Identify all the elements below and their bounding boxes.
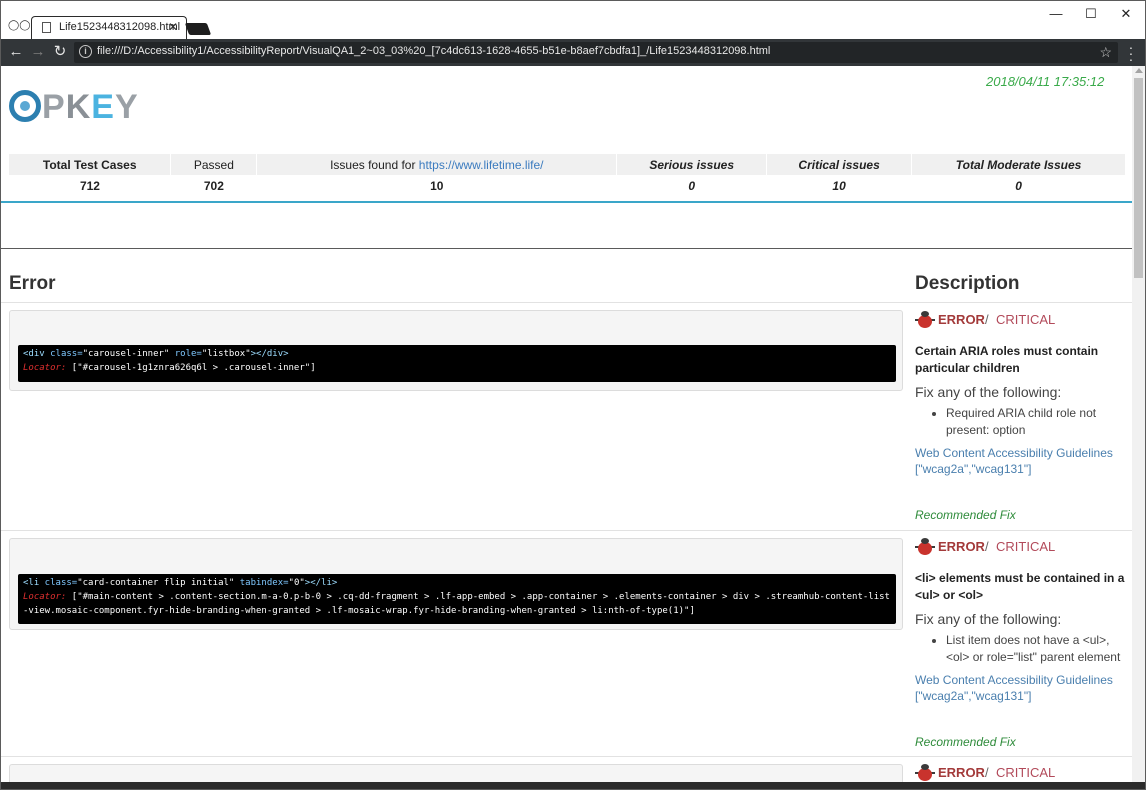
browser-window: ◯◯ Life1523448312098.html ✕ — ☐ ✕ ← → ↻ … [0, 0, 1146, 790]
description-panel: ERROR / CRITICAL <li> elements must be c… [915, 537, 1129, 752]
severity-separator: / [985, 765, 989, 780]
value-issues: 10 [430, 178, 444, 193]
bookmark-star-icon[interactable]: ☆ [1099, 43, 1112, 61]
severity-level: CRITICAL [996, 539, 1056, 554]
guidelines-tags[interactable]: ["wcag2a","wcag131"] [915, 688, 1129, 704]
fix-heading: Fix any of the following: [915, 384, 1062, 400]
severity-line: ERROR / CRITICAL [915, 310, 1129, 332]
description-column-heading: Description [915, 273, 1020, 294]
value-critical: 10 [832, 178, 846, 193]
result-row: <div class="carousel-inner" role="listbo… [1, 303, 1132, 531]
title-bar: ◯◯ Life1523448312098.html ✕ — ☐ ✕ [1, 1, 1145, 39]
severity-line: ERROR / CRITICAL [915, 763, 1129, 782]
severity-line: ERROR / CRITICAL [915, 537, 1129, 559]
maximize-icon[interactable]: ☐ [1074, 3, 1108, 25]
site-link[interactable]: https://www.lifetime.life/ [419, 158, 544, 172]
vertical-scrollbar[interactable] [1132, 66, 1145, 782]
logo-text: PKEY [42, 88, 139, 126]
bug-icon [915, 764, 935, 782]
severity-level: CRITICAL [996, 312, 1056, 327]
description-panel: ERROR / CRITICAL Certain ARIA roles must… [915, 310, 1129, 525]
code-snippet: <li class="card-container flip initial" … [18, 574, 896, 624]
guidelines-link[interactable]: Web Content Accessibility Guidelines [915, 445, 1129, 461]
value-serious: 0 [688, 178, 696, 193]
severity-label: ERROR [938, 539, 985, 554]
guidelines-tags[interactable]: ["wcag2a","wcag131"] [915, 461, 1129, 477]
rule-title: <li> elements must be contained in a <ul… [915, 571, 1125, 602]
info-icon[interactable]: i [79, 45, 92, 58]
header-serious: Serious issues [616, 154, 768, 175]
divider [1, 201, 1132, 203]
value-total: 712 [79, 178, 100, 193]
severity-separator: / [985, 312, 989, 327]
recommended-fix-link[interactable]: Recommended Fix [915, 508, 1016, 522]
value-moderate: 0 [1015, 178, 1022, 193]
header-issues: Issues found for https://www.lifetime.li… [256, 154, 618, 175]
divider [1, 248, 1132, 249]
logo-ring-icon [9, 90, 41, 122]
reload-icon[interactable]: ↻ [51, 43, 69, 61]
report-timestamp: 2018/04/11 17:35:12 [986, 74, 1105, 89]
bug-icon [915, 538, 935, 556]
value-passed: 702 [203, 178, 224, 193]
forward-arrow-icon[interactable]: → [29, 43, 47, 61]
page-viewport: PKEY 2018/04/11 17:35:12 Total Test Case… [1, 66, 1132, 782]
description-panel: ERROR / CRITICAL [915, 763, 1129, 782]
incognito-icon: ◯◯ [8, 20, 31, 31]
browser-tab[interactable]: Life1523448312098.html ✕ [31, 16, 187, 39]
guidelines-link[interactable]: Web Content Accessibility Guidelines [915, 672, 1129, 688]
severity-separator: / [985, 539, 989, 554]
scroll-up-arrow-icon[interactable] [1135, 68, 1143, 73]
severity-label: ERROR [938, 312, 985, 327]
back-arrow-icon[interactable]: ← [7, 43, 25, 61]
address-bar[interactable]: i file:///D:/Accessibility1/Accessibilit… [74, 42, 1118, 63]
fix-list: Required ARIA child role not present: op… [915, 405, 1129, 439]
tab-title: Life1523448312098.html [59, 21, 181, 33]
summary-table: Total Test Cases Passed Issues found for… [9, 154, 1126, 196]
error-panel [9, 764, 903, 782]
header-critical: Critical issues [766, 154, 913, 175]
url-text[interactable]: file:///D:/Accessibility1/AccessibilityR… [97, 45, 770, 57]
severity-label: ERROR [938, 765, 985, 780]
header-total: Total Test Cases [9, 154, 172, 175]
rule-title: Certain ARIA roles must contain particul… [915, 344, 1099, 375]
result-row: <li class="card-container flip initial" … [1, 531, 1132, 757]
error-column-heading: Error [9, 273, 56, 294]
recommended-fix-link[interactable]: Recommended Fix [915, 735, 1016, 749]
tab-close-icon[interactable]: ✕ [166, 20, 180, 34]
new-tab-button[interactable] [184, 23, 212, 35]
code-snippet: <div class="carousel-inner" role="listbo… [18, 345, 896, 382]
minimize-icon[interactable]: — [1039, 3, 1073, 25]
taskbar-strip [1, 782, 1145, 789]
file-icon [42, 22, 51, 33]
error-panel: <div class="carousel-inner" role="listbo… [9, 310, 903, 391]
fix-item: Required ARIA child role not present: op… [946, 405, 1129, 439]
fix-heading: Fix any of the following: [915, 611, 1062, 627]
bug-icon [915, 311, 935, 329]
close-window-icon[interactable]: ✕ [1109, 3, 1143, 25]
error-panel: <li class="card-container flip initial" … [9, 538, 903, 630]
result-row: ERROR / CRITICAL [1, 757, 1132, 782]
header-passed: Passed [170, 154, 258, 175]
scrollbar-thumb[interactable] [1134, 78, 1143, 278]
menu-dots-icon[interactable]: · · · [1126, 40, 1136, 66]
severity-level: CRITICAL [996, 765, 1056, 780]
header-moderate: Total Moderate Issues [911, 154, 1126, 175]
browser-toolbar: ← → ↻ i file:///D:/Accessibility1/Access… [1, 39, 1145, 66]
fix-item: List item does not have a <ul>, <ol> or … [946, 632, 1129, 666]
fix-list: List item does not have a <ul>, <ol> or … [915, 632, 1129, 666]
